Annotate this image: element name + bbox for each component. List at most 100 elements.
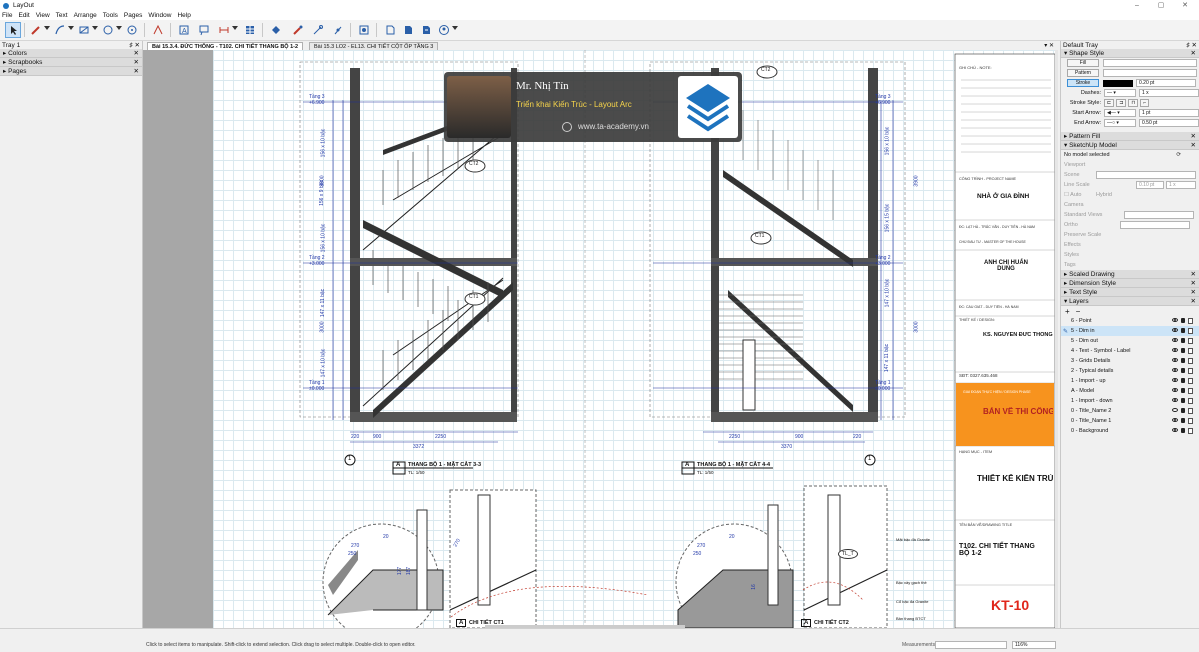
tray-controls[interactable]: ♯ ✕: [129, 41, 140, 49]
start-arrow-size[interactable]: 1 pt: [1139, 109, 1199, 117]
visibility-eye-icon[interactable]: [1172, 398, 1178, 402]
close-icon[interactable]: ✕: [1191, 141, 1196, 149]
layer-row[interactable]: 3 - Grids Details: [1061, 356, 1199, 366]
select-tool-button[interactable]: [5, 22, 21, 38]
close-window-button[interactable]: ✕: [1174, 0, 1196, 11]
shared-layer-icon[interactable]: [1188, 348, 1193, 354]
panel-layers[interactable]: ▾ Layers ✕: [1061, 297, 1199, 306]
duplicate-page-button[interactable]: [418, 22, 434, 38]
shared-layer-icon[interactable]: [1188, 398, 1193, 404]
visibility-eye-icon[interactable]: [1172, 358, 1178, 362]
lock-icon[interactable]: [1181, 388, 1185, 393]
panel-scaled-drawing[interactable]: ▸ Scaled Drawing ✕: [1061, 270, 1199, 279]
tab-document-1[interactable]: Bài 15.3.4. ĐỨC THÔNG - T102. CHI TIẾT T…: [147, 42, 304, 50]
visibility-eye-icon[interactable]: [1172, 338, 1178, 342]
lock-icon[interactable]: [1181, 318, 1185, 323]
label-tool-button[interactable]: [196, 22, 212, 38]
panel-colors[interactable]: ▸ Colors ✕: [0, 49, 142, 58]
erase-tool-button[interactable]: [268, 22, 284, 38]
menu-view[interactable]: View: [36, 12, 50, 19]
camera-tab[interactable]: Camera: [1064, 202, 1084, 208]
menu-window[interactable]: Window: [148, 12, 171, 19]
close-icon[interactable]: ✕: [1191, 288, 1196, 296]
menu-tools[interactable]: Tools: [103, 12, 118, 19]
measurements-field[interactable]: [935, 641, 1007, 649]
shared-layer-icon[interactable]: [1188, 328, 1193, 334]
preserve-scale-checkbox[interactable]: Preserve Scale: [1064, 232, 1101, 238]
ortho-checkbox[interactable]: Ortho: [1064, 222, 1078, 228]
circle-tool-button[interactable]: [100, 22, 116, 38]
effects-tab[interactable]: Effects: [1064, 242, 1081, 248]
start-arrow-select[interactable]: ◀— ▾: [1104, 109, 1136, 117]
shared-layer-icon[interactable]: [1188, 428, 1193, 434]
layer-row[interactable]: 0 - Background: [1061, 426, 1199, 436]
visibility-eye-icon[interactable]: [1172, 408, 1178, 412]
pattern-swatch[interactable]: [1103, 69, 1197, 77]
table-tool-button[interactable]: [242, 22, 258, 38]
render-mode-select[interactable]: Hybrid: [1096, 192, 1112, 198]
panel-scrapbooks[interactable]: ▸ Scrapbooks ✕: [0, 58, 142, 67]
shared-layer-icon[interactable]: [1188, 408, 1193, 414]
lock-icon[interactable]: [1181, 408, 1185, 413]
close-icon[interactable]: ✕: [1191, 297, 1196, 305]
shared-layer-icon[interactable]: [1188, 368, 1193, 374]
layout-page[interactable]: Mr. Nhị Tín Triển khai Kiến Trúc - Layou…: [213, 50, 1055, 628]
present-button[interactable]: [356, 22, 372, 38]
close-icon[interactable]: ✕: [134, 67, 139, 75]
panel-shape-style[interactable]: ▾ Shape Style ✕: [1061, 49, 1199, 58]
close-icon[interactable]: ✕: [1191, 49, 1196, 57]
styles-tab[interactable]: Styles: [1064, 252, 1079, 258]
lock-icon[interactable]: [1181, 398, 1185, 403]
arc-tool-button[interactable]: [52, 22, 68, 38]
minimize-button[interactable]: –: [1126, 0, 1148, 11]
add-layer-button[interactable]: +: [1065, 307, 1070, 316]
close-icon[interactable]: ✕: [1191, 279, 1196, 287]
stroke-width-field[interactable]: 0.20 pt: [1136, 79, 1196, 87]
menu-edit[interactable]: Edit: [18, 12, 29, 19]
standard-views-select[interactable]: [1124, 211, 1194, 219]
add-page-button[interactable]: [400, 22, 416, 38]
dashes-select[interactable]: — ▾: [1104, 89, 1136, 97]
lock-icon[interactable]: [1181, 378, 1185, 383]
account-button[interactable]: [436, 22, 452, 38]
line-scale-field[interactable]: 0.10 pt: [1136, 181, 1164, 189]
panel-sketchup-model[interactable]: ▾ SketchUp Model ✕: [1061, 141, 1199, 150]
shared-layer-icon[interactable]: [1188, 318, 1193, 324]
layer-row[interactable]: 6 - Point: [1061, 316, 1199, 326]
visibility-eye-icon[interactable]: [1172, 348, 1178, 352]
shared-layer-icon[interactable]: [1188, 388, 1193, 394]
stroke-button[interactable]: Stroke: [1067, 79, 1099, 87]
cap-style-buttons[interactable]: ⊏ ⊐ ⊓ ⌐: [1104, 99, 1150, 107]
end-arrow-size[interactable]: 0.50 pt: [1139, 119, 1199, 127]
visibility-eye-icon[interactable]: [1172, 318, 1178, 322]
tab-document-2[interactable]: Bài 15.3 LO2 - EL13. CHI TIẾT CỘT ỐP TẦN…: [309, 42, 439, 50]
auto-checkbox[interactable]: ☐ Auto: [1064, 192, 1088, 198]
panel-pages[interactable]: ▸ Pages ✕: [0, 67, 142, 76]
ortho-select[interactable]: [1119, 221, 1190, 229]
layer-row[interactable]: 2 - Typical details: [1061, 366, 1199, 376]
tags-tab[interactable]: Tags: [1064, 262, 1076, 268]
vertical-scrollbar[interactable]: [1055, 50, 1058, 628]
dashes-scale-select[interactable]: 1 x: [1139, 89, 1199, 97]
end-arrow-select[interactable]: —○ ▾: [1104, 119, 1136, 127]
visibility-eye-icon[interactable]: [1172, 418, 1178, 422]
remove-layer-button[interactable]: −: [1076, 307, 1081, 316]
shared-layer-icon[interactable]: [1188, 358, 1193, 364]
line-tool-button[interactable]: [28, 22, 44, 38]
close-icon[interactable]: ✕: [1191, 270, 1196, 278]
stroke-color-swatch[interactable]: [1103, 79, 1133, 87]
fill-swatch[interactable]: [1103, 59, 1197, 67]
panel-text-style[interactable]: ▸ Text Style ✕: [1061, 288, 1199, 297]
close-icon[interactable]: ✕: [134, 58, 139, 66]
scene-select[interactable]: [1096, 171, 1196, 179]
layer-row[interactable]: A - Model: [1061, 386, 1199, 396]
shared-layer-icon[interactable]: [1188, 338, 1193, 344]
line-scale-mult[interactable]: 1 x: [1166, 181, 1196, 189]
visibility-eye-icon[interactable]: [1172, 428, 1178, 432]
pattern-button[interactable]: Pattern: [1067, 69, 1099, 77]
join-tool-button[interactable]: [330, 22, 346, 38]
layer-row[interactable]: 4 - Text - Symbol - Label: [1061, 346, 1199, 356]
insert-button[interactable]: [382, 22, 398, 38]
zoom-select[interactable]: 116%: [1012, 641, 1056, 649]
layer-row[interactable]: 0 - Title_Name 2: [1061, 406, 1199, 416]
